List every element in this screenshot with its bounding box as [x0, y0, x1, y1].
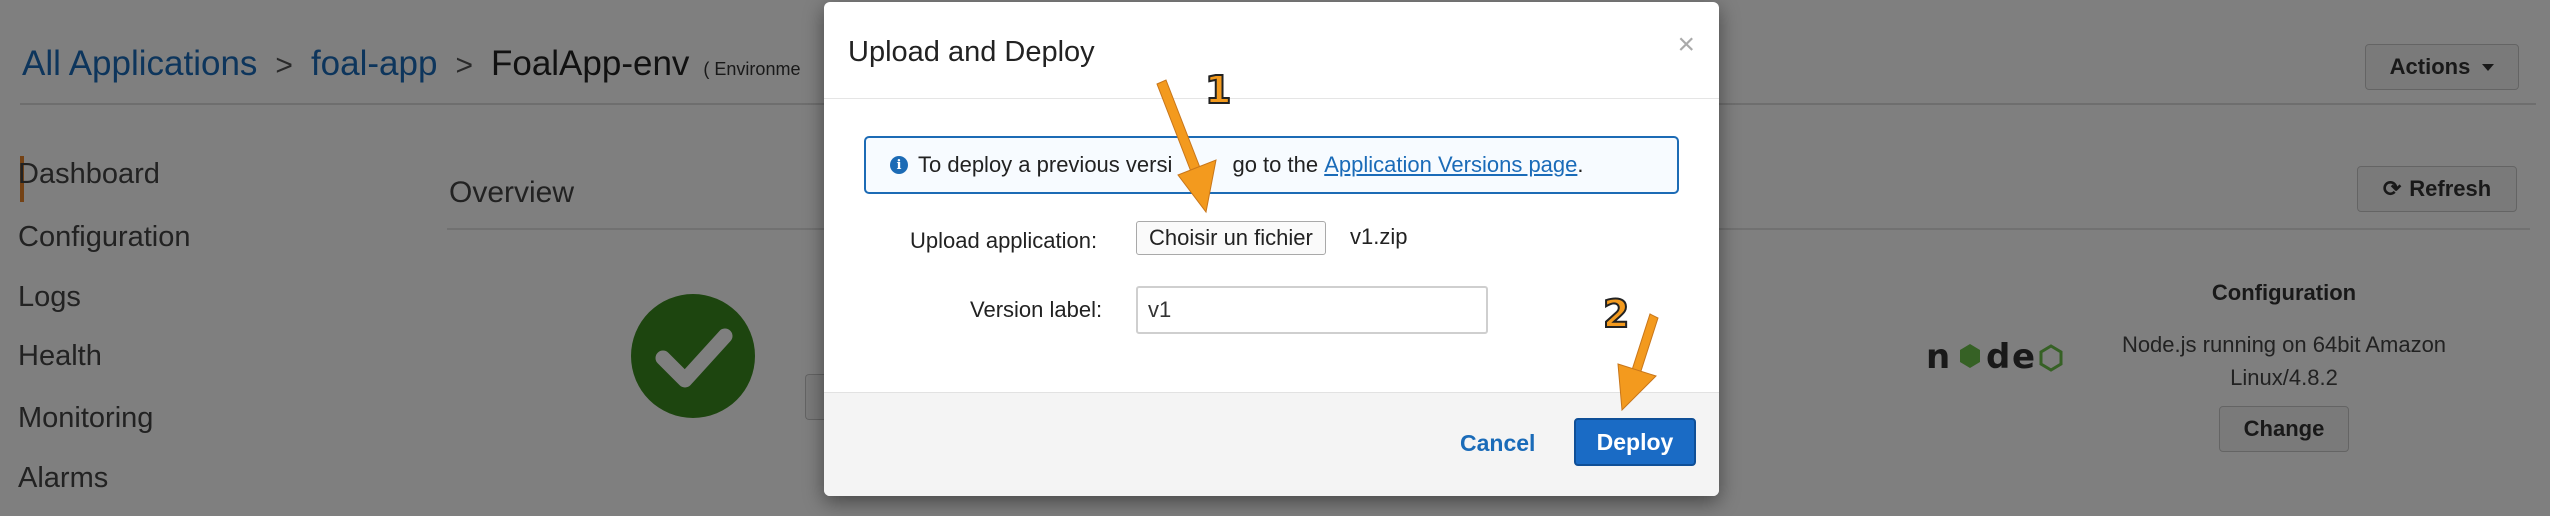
- arrow-1-shaft: [1156, 79, 1205, 183]
- arrow-2-head: [1617, 363, 1657, 412]
- arrow-1-head: [1177, 159, 1217, 214]
- annotation-step-1: 1: [1204, 67, 1232, 113]
- annotation-step-2: 2: [1602, 291, 1630, 337]
- elastic-beanstalk-page: All Applications > foal-app > FoalApp-en…: [0, 0, 2550, 516]
- annotation-arrows: [1156, 79, 1659, 412]
- arrow-2-shaft: [1631, 313, 1659, 375]
